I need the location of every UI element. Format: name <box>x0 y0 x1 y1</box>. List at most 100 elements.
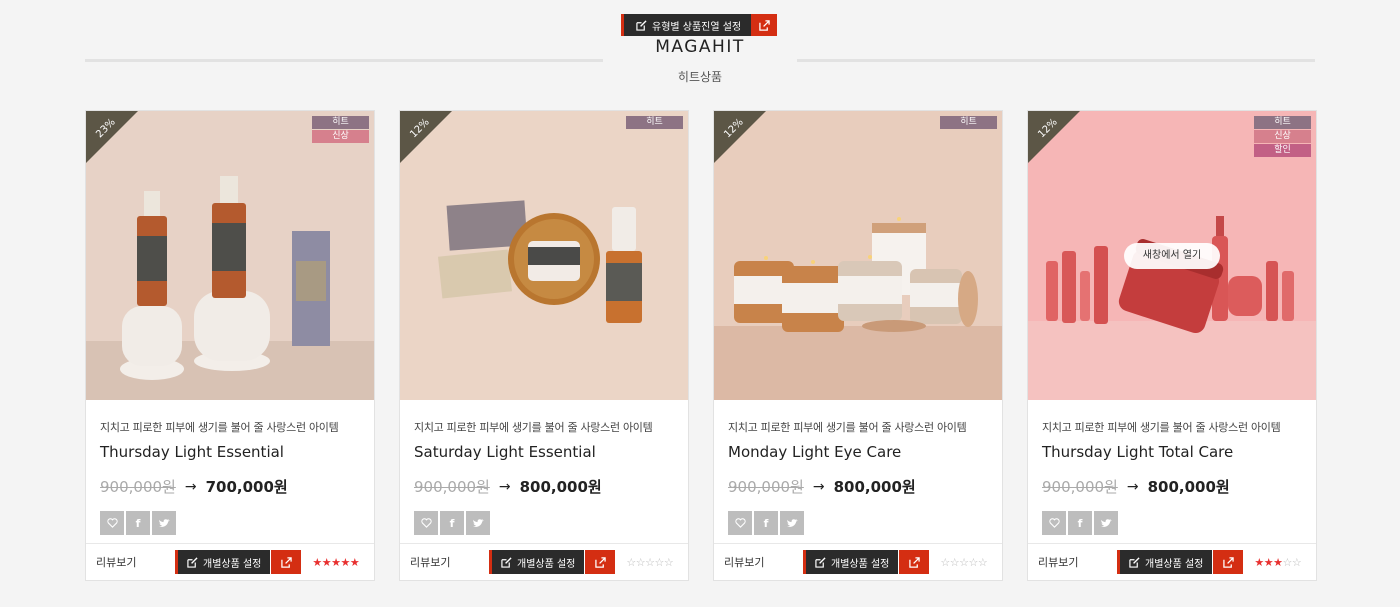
product-admin-bar[interactable]: 개별상품 설정 <box>803 550 930 574</box>
edit-icon <box>815 556 826 568</box>
review-link[interactable]: 리뷰보기 <box>410 554 480 570</box>
facebook-share-button[interactable]: f <box>126 511 150 535</box>
sale-price: 800,000원 <box>519 478 602 496</box>
open-external-button[interactable] <box>1213 550 1244 574</box>
wishlist-heart-button[interactable] <box>728 511 752 535</box>
product-name[interactable]: Monday Light Eye Care <box>728 443 988 461</box>
product-tags: 히트 <box>626 116 683 129</box>
product-card[interactable]: 23% 히트 신상 지치고 피로한 피부에 생기를 불어 줄 사랑스런 아이템 … <box>85 110 375 581</box>
product-admin-bar[interactable]: 개별상품 설정 <box>1117 550 1244 574</box>
external-link-icon <box>1223 556 1234 568</box>
twitter-icon <box>786 519 798 527</box>
original-price: 900,000원 <box>728 478 804 496</box>
twitter-share-button[interactable] <box>1094 511 1118 535</box>
open-external-button[interactable] <box>751 14 778 36</box>
product-description: 지치고 피로한 피부에 생기를 불어 줄 사랑스런 아이템 <box>100 421 339 434</box>
review-link[interactable]: 리뷰보기 <box>96 554 166 570</box>
product-tags: 히트 신상 할인 <box>1254 116 1311 157</box>
edit-icon <box>501 556 512 568</box>
wishlist-heart-button[interactable] <box>100 511 124 535</box>
share-buttons: f <box>414 511 674 535</box>
product-card[interactable]: 12% 히트 지치고 피로한 피부에 생기를 불어 줄 사랑스런 아이템 Sat… <box>399 110 689 581</box>
sale-price: 700,000원 <box>205 478 288 496</box>
arrow-right-icon: → <box>812 478 825 495</box>
header-divider-right <box>797 59 1315 62</box>
star-icon: ☆ <box>635 555 646 569</box>
twitter-share-button[interactable] <box>466 511 490 535</box>
star-icon: ☆ <box>959 555 969 569</box>
product-settings-label: 개별상품 설정 <box>517 558 576 570</box>
facebook-share-button[interactable]: f <box>754 511 778 535</box>
open-external-button[interactable] <box>585 550 616 574</box>
product-prices: 900,000원 → 700,000원 <box>100 476 360 497</box>
product-settings-button[interactable]: 개별상품 설정 <box>175 550 271 574</box>
product-image[interactable]: 12% 히트 신상 할인 새창에서 열기 <box>1028 111 1316 400</box>
star-icon: ☆ <box>977 555 988 569</box>
facebook-icon: f <box>135 516 141 530</box>
star-icon: ★ <box>349 555 360 569</box>
product-description: 지치고 피로한 피부에 생기를 불어 줄 사랑스런 아이템 <box>1042 421 1281 434</box>
star-icon: ☆ <box>645 555 655 569</box>
product-name[interactable]: Thursday Light Total Care <box>1042 443 1302 461</box>
product-card[interactable]: 12% 히트 신상 할인 새창에서 열기 지치고 피로한 피부에 생기를 불어 … <box>1027 110 1317 581</box>
heart-icon <box>1048 518 1060 528</box>
star-icon: ☆ <box>949 555 960 569</box>
star-icon: ☆ <box>663 555 674 569</box>
product-name[interactable]: Thursday Light Essential <box>100 443 360 461</box>
open-external-button[interactable] <box>271 550 302 574</box>
edit-icon <box>1129 556 1140 568</box>
header-divider-left <box>85 59 603 62</box>
star-icon: ★ <box>1254 555 1264 569</box>
tag-hit: 히트 <box>940 116 997 129</box>
external-link-icon <box>595 556 606 568</box>
product-image[interactable]: 12% 히트 <box>714 111 1002 400</box>
original-price: 900,000원 <box>100 478 176 496</box>
arrow-right-icon: → <box>184 478 197 495</box>
product-card[interactable]: 12% 히트 지치고 피로한 피부에 생기를 불어 줄 사랑스런 아이템 Mon… <box>713 110 1003 581</box>
product-admin-bar[interactable]: 개별상품 설정 <box>489 550 616 574</box>
original-price: 900,000원 <box>1042 478 1118 496</box>
star-icon: ★ <box>340 555 351 569</box>
arrow-right-icon: → <box>1126 478 1139 495</box>
product-image[interactable]: 12% 히트 <box>400 111 688 400</box>
card-footer: 리뷰보기 개별상품 설정 ☆☆☆☆☆ <box>400 543 688 580</box>
product-settings-label: 개별상품 설정 <box>1145 558 1204 570</box>
card-footer: 리뷰보기 개별상품 설정 ☆☆☆☆☆ <box>714 543 1002 580</box>
rating-stars: ☆☆☆☆☆ <box>626 556 673 569</box>
section-title: MAGAHIT <box>655 37 745 57</box>
rating-stars: ★★★☆☆ <box>1254 556 1301 569</box>
arrow-right-icon: → <box>498 478 511 495</box>
facebook-share-button[interactable]: f <box>440 511 464 535</box>
wishlist-heart-button[interactable] <box>414 511 438 535</box>
product-name[interactable]: Saturday Light Essential <box>414 443 674 461</box>
twitter-share-button[interactable] <box>152 511 176 535</box>
product-image[interactable]: 23% 히트 신상 <box>86 111 374 400</box>
review-link[interactable]: 리뷰보기 <box>724 554 794 570</box>
twitter-share-button[interactable] <box>780 511 804 535</box>
product-prices: 900,000원 → 800,000원 <box>414 476 674 497</box>
star-icon: ☆ <box>940 555 950 569</box>
open-external-button[interactable] <box>899 550 930 574</box>
product-settings-button[interactable]: 개별상품 설정 <box>489 550 585 574</box>
display-settings-admin-bar[interactable]: 유형별 상품진열 설정 <box>621 14 778 36</box>
facebook-share-button[interactable]: f <box>1068 511 1092 535</box>
display-settings-button[interactable]: 유형별 상품진열 설정 <box>621 14 752 36</box>
rating-stars: ☆☆☆☆☆ <box>940 556 987 569</box>
product-admin-bar[interactable]: 개별상품 설정 <box>175 550 302 574</box>
review-link[interactable]: 리뷰보기 <box>1038 554 1108 570</box>
heart-icon <box>734 518 746 528</box>
share-buttons: f <box>728 511 988 535</box>
star-icon: ★ <box>331 555 341 569</box>
edit-icon <box>636 19 647 31</box>
twitter-icon <box>1100 519 1112 527</box>
edit-icon <box>187 556 198 568</box>
wishlist-heart-button[interactable] <box>1042 511 1066 535</box>
product-settings-button[interactable]: 개별상품 설정 <box>1117 550 1213 574</box>
card-footer: 리뷰보기 개별상품 설정 ★★★☆☆ <box>1028 543 1316 580</box>
product-settings-button[interactable]: 개별상품 설정 <box>803 550 899 574</box>
external-link-icon <box>758 19 770 31</box>
star-icon: ☆ <box>1282 555 1293 569</box>
card-footer: 리뷰보기 개별상품 설정 ★★★★★ <box>86 543 374 580</box>
open-new-window-button[interactable]: 새창에서 열기 <box>1124 243 1220 269</box>
product-settings-label: 개별상품 설정 <box>831 558 890 570</box>
